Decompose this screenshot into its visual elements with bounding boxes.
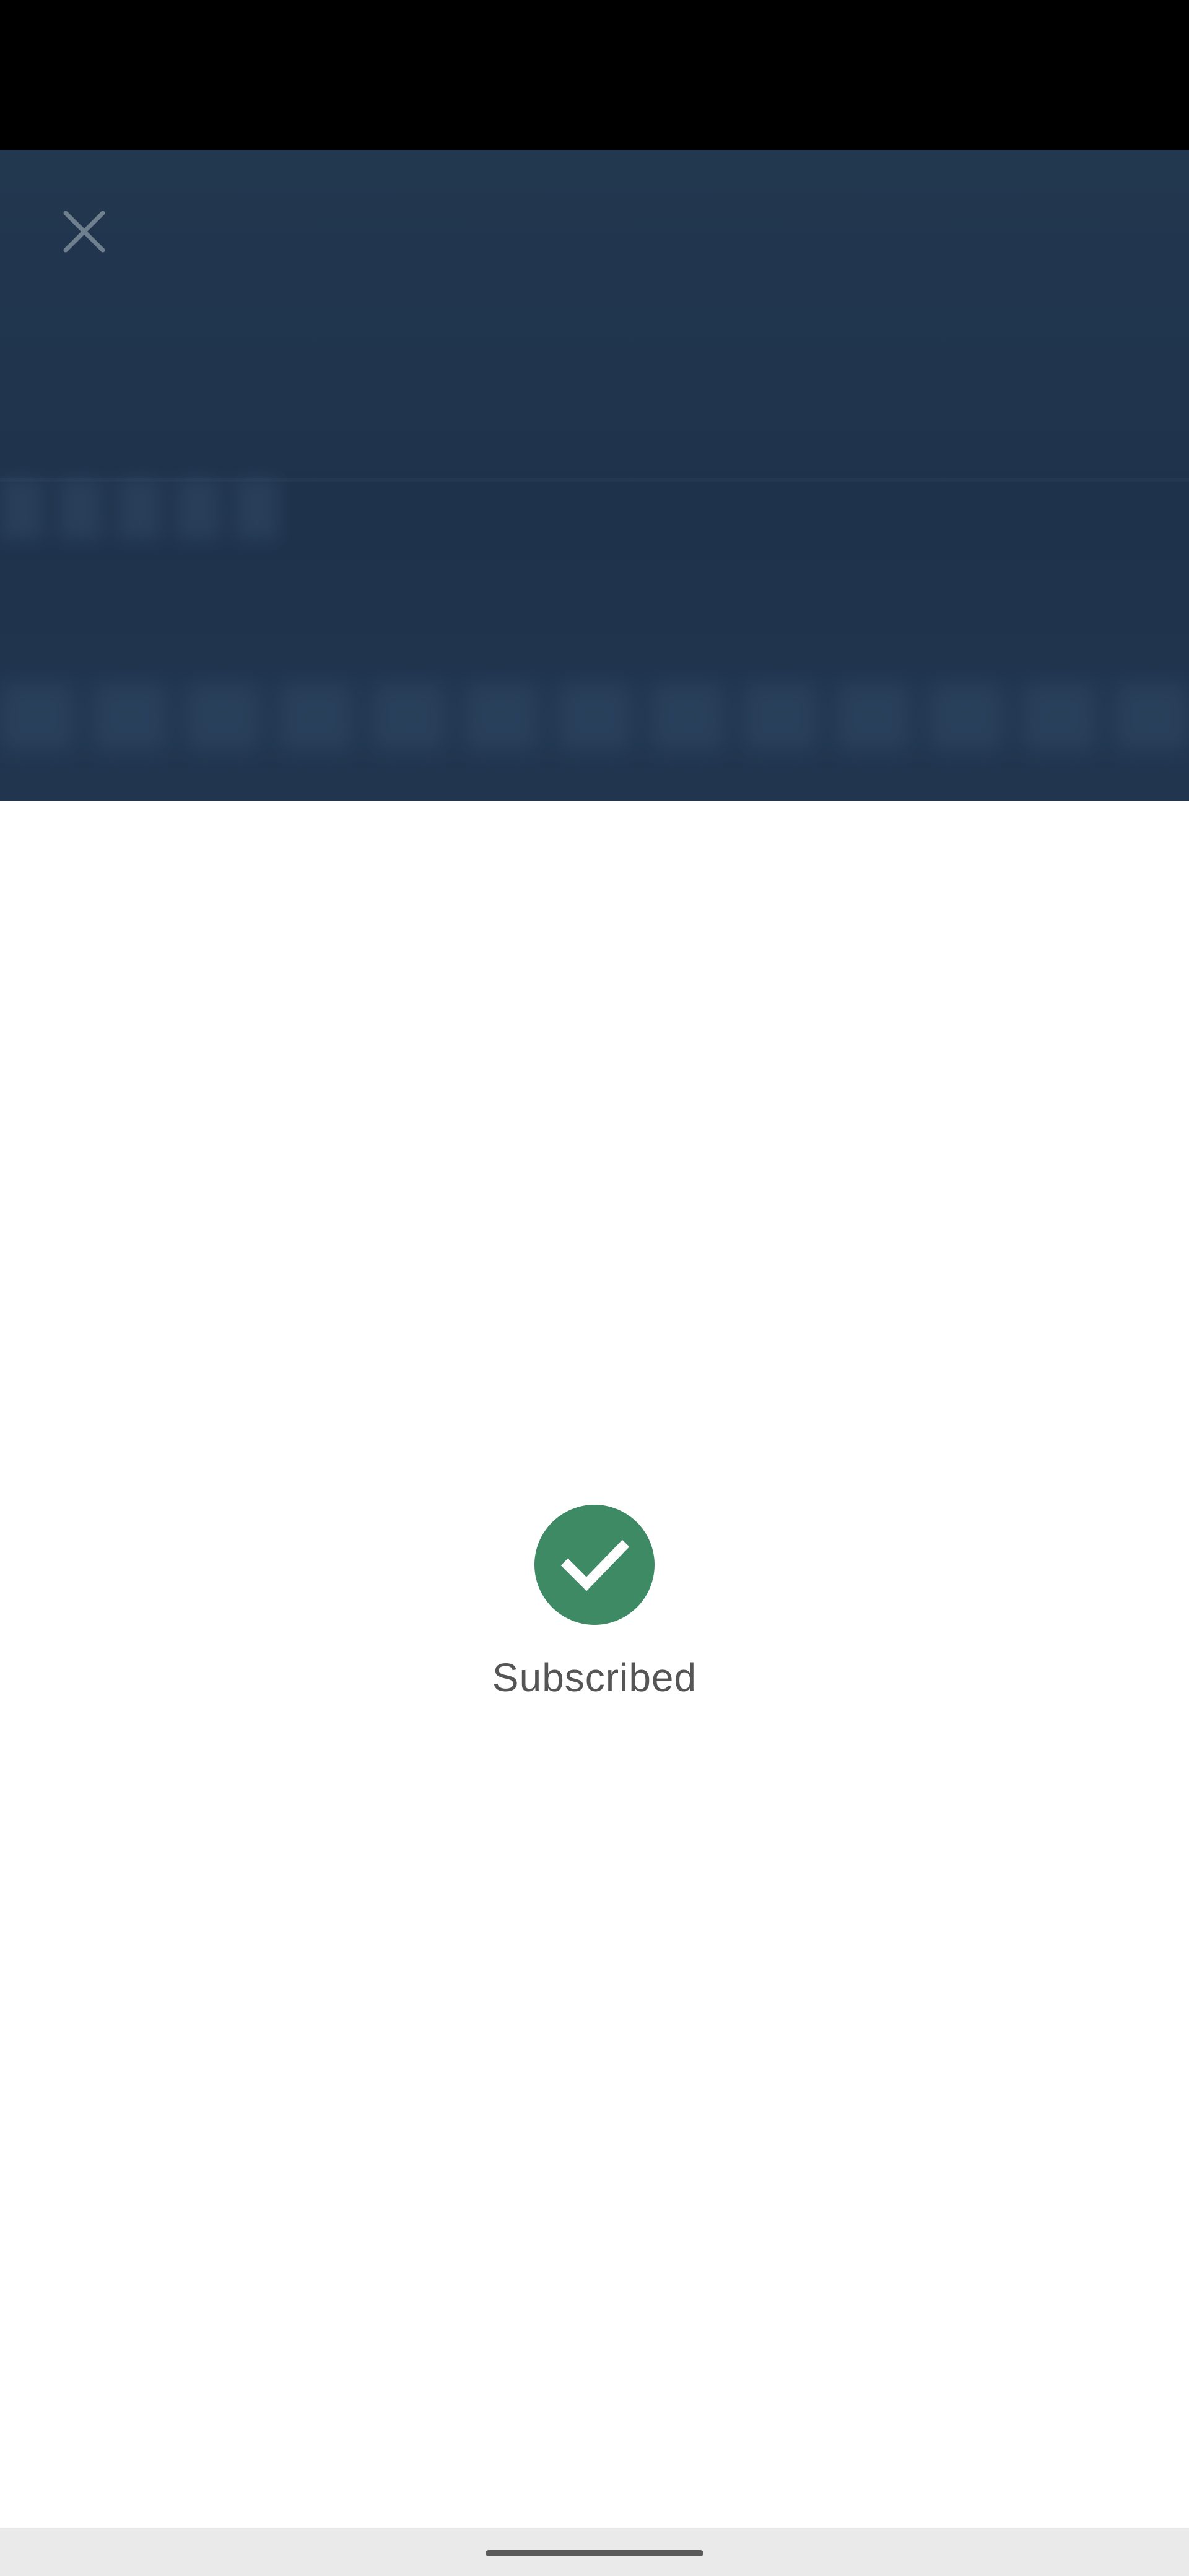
header-panel <box>0 150 1189 801</box>
obscured-title <box>0 478 291 540</box>
close-button[interactable] <box>47 194 121 269</box>
home-indicator[interactable] <box>486 2550 703 2556</box>
subscription-status: Subscribed <box>0 1505 1189 1700</box>
status-bar <box>0 0 1189 150</box>
obscured-text-line <box>0 682 1189 751</box>
subscribed-label: Subscribed <box>492 1655 697 1700</box>
close-icon <box>63 211 105 253</box>
checkmark-icon <box>560 1539 630 1591</box>
check-circle-icon <box>534 1505 655 1625</box>
